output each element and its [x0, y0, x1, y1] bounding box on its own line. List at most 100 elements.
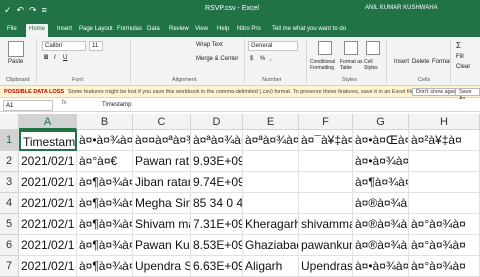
row-header-1[interactable]: 1	[0, 130, 19, 151]
format-cells-button[interactable]: Format	[432, 59, 451, 65]
tab-review[interactable]: Review	[166, 24, 192, 34]
conditional-formatting-button[interactable]: Conditional Formatting	[310, 59, 340, 71]
user-name[interactable]: ANIL KUMAR KUSHWAHA	[365, 5, 438, 11]
cell-e3[interactable]	[243, 172, 299, 193]
cell-h4[interactable]	[409, 193, 480, 214]
row-header-3[interactable]: 3	[0, 172, 19, 193]
tab-formulas[interactable]: Formulas	[114, 24, 145, 34]
percent-button[interactable]: %	[260, 56, 265, 62]
column-header-d[interactable]: D	[191, 114, 243, 130]
cell-b6[interactable]: à¤¶à¤¾à¤	[77, 235, 133, 256]
fx-icon[interactable]: fx	[62, 100, 67, 106]
cell-b2[interactable]: à¤°à¤€	[77, 151, 133, 172]
tab-file[interactable]: File	[4, 24, 20, 34]
cell-c1[interactable]: à¤¤à¤ªà¤¾à¤	[133, 130, 191, 151]
column-header-e[interactable]: E	[243, 114, 299, 130]
formula-input[interactable]: Timestamp	[102, 100, 131, 110]
cell-e2[interactable]	[243, 151, 299, 172]
column-header-f[interactable]: F	[299, 114, 353, 130]
column-header-a[interactable]: A	[19, 114, 77, 130]
cell-e6[interactable]: Ghaziabad	[243, 235, 299, 256]
cell-b5[interactable]: à¤¶à¤¾à¤	[77, 214, 133, 235]
cell-d3[interactable]: 9.74E+09	[191, 172, 243, 193]
cell-a3[interactable]: 2021/02/1	[19, 172, 77, 193]
wrap-text-button[interactable]: Wrap Text	[196, 42, 223, 48]
cell-e5[interactable]: Kheragarh	[243, 214, 299, 235]
cell-h2[interactable]	[409, 151, 480, 172]
cell-g4[interactable]: à¤®à¤¾à¤°à¤¾	[353, 193, 409, 214]
cell-g2[interactable]: à¤•à¤¾à¤°	[353, 151, 409, 172]
format-table-icon[interactable]	[344, 41, 358, 55]
cell-h6[interactable]: à¤°à¤¾à¤	[409, 235, 480, 256]
italic-button[interactable]: I	[54, 55, 56, 61]
merge-center-button[interactable]: Merge & Center	[196, 56, 238, 62]
clear-button[interactable]: Clear	[456, 64, 470, 70]
tab-page-layout[interactable]: Page Layout	[76, 24, 116, 34]
cell-e7[interactable]: Aligarh	[243, 256, 299, 277]
tab-home[interactable]: Home	[26, 24, 49, 37]
cell-c6[interactable]: Pawan Ku	[133, 235, 191, 256]
cell-e4[interactable]	[243, 193, 299, 214]
tell-me-search[interactable]: Tell me what you want to do	[272, 26, 346, 32]
cell-d6[interactable]: 8.53E+09	[191, 235, 243, 256]
cell-c3[interactable]: Jiban ratar	[133, 172, 191, 193]
cell-h5[interactable]: à¤°à¤¾à¤	[409, 214, 480, 235]
conditional-formatting-icon[interactable]	[318, 41, 332, 55]
font-name-select[interactable]: Calibri	[42, 41, 86, 51]
cell-d2[interactable]: 9.93E+09	[191, 151, 243, 172]
paste-icon[interactable]	[8, 41, 24, 57]
row-header-7[interactable]: 7	[0, 256, 19, 277]
cell-g3[interactable]: à¤¶à¤¾à¤°à¤•	[353, 172, 409, 193]
autosum-button[interactable]: Σ	[456, 41, 461, 50]
cell-a1[interactable]: Timestam	[19, 130, 77, 151]
name-box[interactable]: A1	[3, 100, 53, 111]
column-header-g[interactable]: G	[353, 114, 409, 130]
paste-button[interactable]: Paste	[8, 59, 23, 65]
cell-g7[interactable]: à¤•à¤¾à¤	[353, 256, 409, 277]
column-header-c[interactable]: C	[133, 114, 191, 130]
cell-styles-button[interactable]: Cell Styles	[364, 59, 384, 71]
cell-g5[interactable]: à¤®à¤¾à¤°à¤	[353, 214, 409, 235]
font-size-select[interactable]: 11	[89, 41, 103, 51]
cell-c5[interactable]: Shivam ma	[133, 214, 191, 235]
bold-button[interactable]: B	[44, 55, 48, 61]
tab-insert[interactable]: Insert	[54, 24, 75, 34]
cell-a2[interactable]: 2021/02/1	[19, 151, 77, 172]
cell-a4[interactable]: 2021/02/1	[19, 193, 77, 214]
cell-a7[interactable]: 2021/02/1	[19, 256, 77, 277]
row-header-6[interactable]: 6	[0, 235, 19, 256]
cell-g1[interactable]: à¤•à¤Œà¤	[353, 130, 409, 151]
number-format-select[interactable]: General	[248, 41, 298, 51]
delete-cells-button[interactable]: Delete	[412, 59, 429, 65]
cell-e1[interactable]: à¤ªà¤¾à¤¨à¤	[243, 130, 299, 151]
cell-d5[interactable]: 7.31E+09	[191, 214, 243, 235]
cell-b4[interactable]: à¤¶à¤¾à¤	[77, 193, 133, 214]
row-header-2[interactable]: 2	[0, 151, 19, 172]
fill-button[interactable]: Fill	[456, 54, 464, 60]
cell-f5[interactable]: shivamma	[299, 214, 353, 235]
cell-c7[interactable]: Upendra S	[133, 256, 191, 277]
cell-d7[interactable]: 6.63E+09	[191, 256, 243, 277]
cell-b1[interactable]: à¤•à¤¾à¤	[77, 130, 133, 151]
cell-f3[interactable]	[299, 172, 353, 193]
cell-g6[interactable]: à¤®à¤¾à¤°à¤	[353, 235, 409, 256]
cell-f7[interactable]: Upendrasi	[299, 256, 353, 277]
redo-icon[interactable]: ↷	[29, 4, 37, 16]
cell-styles-icon[interactable]	[366, 41, 380, 55]
cell-f6[interactable]: pawankun	[299, 235, 353, 256]
cell-d1[interactable]: à¤ªà¤¾à¤¨	[191, 130, 243, 151]
save-icon[interactable]: ✓	[4, 4, 12, 16]
tab-nitro-pro[interactable]: Nitro Pro	[234, 24, 264, 34]
cell-f2[interactable]	[299, 151, 353, 172]
cell-c2[interactable]: Pawan rat	[133, 151, 191, 172]
cell-c4[interactable]: Megha Sin	[133, 193, 191, 214]
customize-icon[interactable]: ≡	[42, 4, 47, 16]
cell-b7[interactable]: à¤¶à¤¾à¤	[77, 256, 133, 277]
format-as-table-button[interactable]: Format as Table	[340, 59, 364, 71]
cell-f1[interactable]: à¤¯à¥‡à¤	[299, 130, 353, 151]
row-header-4[interactable]: 4	[0, 193, 19, 214]
cell-a5[interactable]: 2021/02/1	[19, 214, 77, 235]
cell-f4[interactable]	[299, 193, 353, 214]
column-header-b[interactable]: B	[77, 114, 133, 130]
cell-d4[interactable]: 85 34 0 44 109	[191, 193, 243, 214]
